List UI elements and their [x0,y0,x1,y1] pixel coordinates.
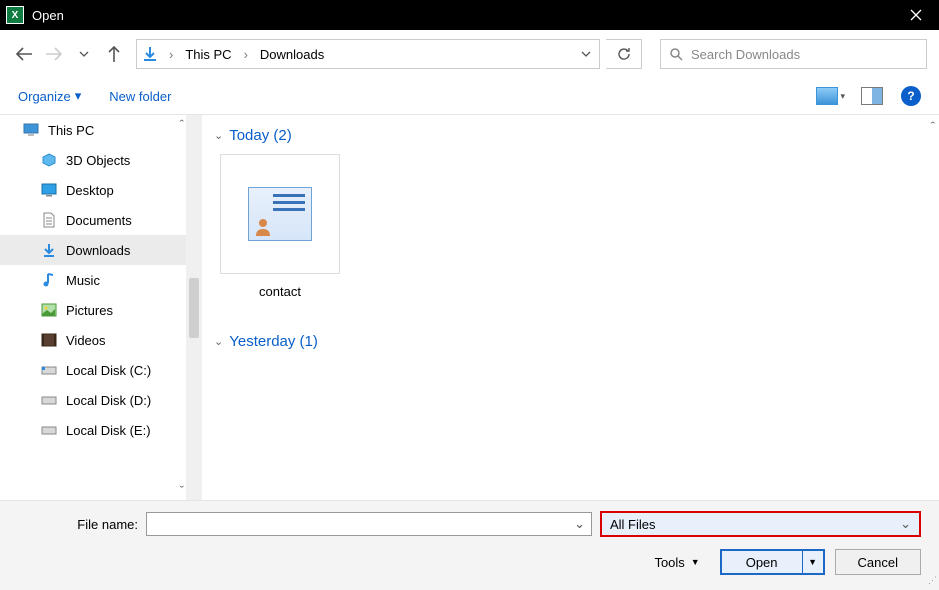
tree-item-label: Downloads [66,243,130,258]
tree-item-music[interactable]: Music [0,265,186,295]
view-mode-button[interactable]: ▾ [816,87,845,105]
chevron-down-icon: ⌄ [214,335,223,348]
file-list: ˆ ⌄ Today (2) contact ⌄ Yesterday (1) [202,115,939,500]
dropdown-arrow-icon[interactable]: ⌄ [574,516,585,532]
computer-icon [22,122,40,138]
navigation-row: › This PC › Downloads Search Downloads [0,30,939,78]
cancel-button[interactable]: Cancel [835,549,921,575]
search-input[interactable]: Search Downloads [660,39,927,69]
chevron-right-icon: › [165,47,177,62]
breadcrumb-root[interactable]: This PC [183,47,233,62]
search-placeholder: Search Downloads [691,47,800,62]
body-panel: ˆ This PC 3D Objects Desktop Documents D… [0,114,939,500]
disk-icon [40,362,58,378]
music-icon [40,272,58,288]
file-item[interactable]: contact [220,154,340,299]
nav-recent-dropdown[interactable] [72,42,96,66]
footer: File name: ⌄ All Files ⌄ Tools ▼ Open ▼ … [0,500,939,590]
tree-item-pictures[interactable]: Pictures [0,295,186,325]
splitter[interactable] [186,115,202,500]
dropdown-arrow-icon: ▾ [75,88,82,104]
file-name: contact [220,284,340,299]
group-header-yesterday[interactable]: ⌄ Yesterday (1) [214,333,927,350]
tree-item-desktop[interactable]: Desktop [0,175,186,205]
resize-grip[interactable]: ⋰ [928,575,935,586]
downloads-icon [40,242,58,258]
nav-up-button[interactable] [102,42,126,66]
address-dropdown[interactable] [577,50,595,58]
open-button[interactable]: Open ▼ [720,549,825,575]
tools-menu[interactable]: Tools ▼ [654,555,699,570]
window-close-button[interactable] [893,0,939,30]
window-title: Open [32,8,893,23]
toolbar: Organize ▾ New folder ▾ ? [0,78,939,114]
tree-item-label: This PC [48,123,94,138]
help-button[interactable]: ? [901,86,921,106]
filename-input[interactable]: ⌄ [146,512,592,536]
refresh-button[interactable] [606,39,642,69]
tree-item-downloads[interactable]: Downloads [0,235,186,265]
view-controls: ▾ ? [816,86,921,106]
file-thumbnail [220,154,340,274]
chevron-right-icon: › [240,47,252,62]
excel-app-icon: X [6,6,24,24]
filename-label: File name: [18,517,138,532]
filetype-value: All Files [610,517,656,532]
desktop-icon [40,182,58,198]
button-row: Tools ▼ Open ▼ Cancel [18,549,921,575]
tree-item-documents[interactable]: Documents [0,205,186,235]
dropdown-arrow-icon: ⌄ [900,516,911,532]
scroll-down-icon[interactable]: ˇ [180,483,184,498]
disk-icon [40,422,58,438]
organize-menu[interactable]: Organize ▾ [18,88,81,104]
videos-icon [40,332,58,348]
contact-file-icon [248,187,312,241]
filetype-select[interactable]: All Files ⌄ [600,511,921,537]
filename-row: File name: ⌄ All Files ⌄ [18,511,921,537]
tree-item-local-disk-c[interactable]: Local Disk (C:) [0,355,186,385]
chevron-down-icon: ⌄ [214,129,223,142]
scroll-up-icon[interactable]: ˆ [180,117,184,132]
documents-icon [40,212,58,228]
3d-objects-icon [40,152,58,168]
tree-item-3d-objects[interactable]: 3D Objects [0,145,186,175]
nav-tree: ˆ This PC 3D Objects Desktop Documents D… [0,115,186,500]
tree-item-this-pc[interactable]: This PC [0,115,186,145]
tree-item-label: 3D Objects [66,153,130,168]
tree-item-label: Local Disk (D:) [66,393,151,408]
tree-item-label: Documents [66,213,132,228]
title-bar: X Open [0,0,939,30]
downloads-folder-icon [141,45,159,63]
new-folder-button[interactable]: New folder [109,89,171,104]
nav-back-button[interactable] [12,42,36,66]
tree-item-label: Local Disk (E:) [66,423,151,438]
tree-item-videos[interactable]: Videos [0,325,186,355]
tree-item-label: Videos [66,333,106,348]
disk-icon [40,392,58,408]
nav-forward-button[interactable] [42,42,66,66]
group-header-label: Yesterday (1) [229,333,318,350]
breadcrumb-current[interactable]: Downloads [258,47,326,62]
tree-item-local-disk-d[interactable]: Local Disk (D:) [0,385,186,415]
dropdown-arrow-icon: ▼ [691,557,700,567]
pictures-icon [40,302,58,318]
address-bar[interactable]: › This PC › Downloads [136,39,600,69]
dropdown-arrow-icon: ▾ [840,91,845,102]
tree-item-local-disk-e[interactable]: Local Disk (E:) [0,415,186,445]
tree-item-label: Music [66,273,100,288]
tree-item-label: Desktop [66,183,114,198]
open-dropdown[interactable]: ▼ [803,551,823,573]
group-header-today[interactable]: ⌄ Today (2) [214,127,927,144]
tree-item-label: Local Disk (C:) [66,363,151,378]
scroll-up-icon[interactable]: ˆ [931,119,935,134]
tree-item-label: Pictures [66,303,113,318]
group-header-label: Today (2) [229,127,292,144]
search-icon [669,47,683,61]
preview-pane-button[interactable] [861,87,883,105]
thumbnails-view-icon [816,87,838,105]
